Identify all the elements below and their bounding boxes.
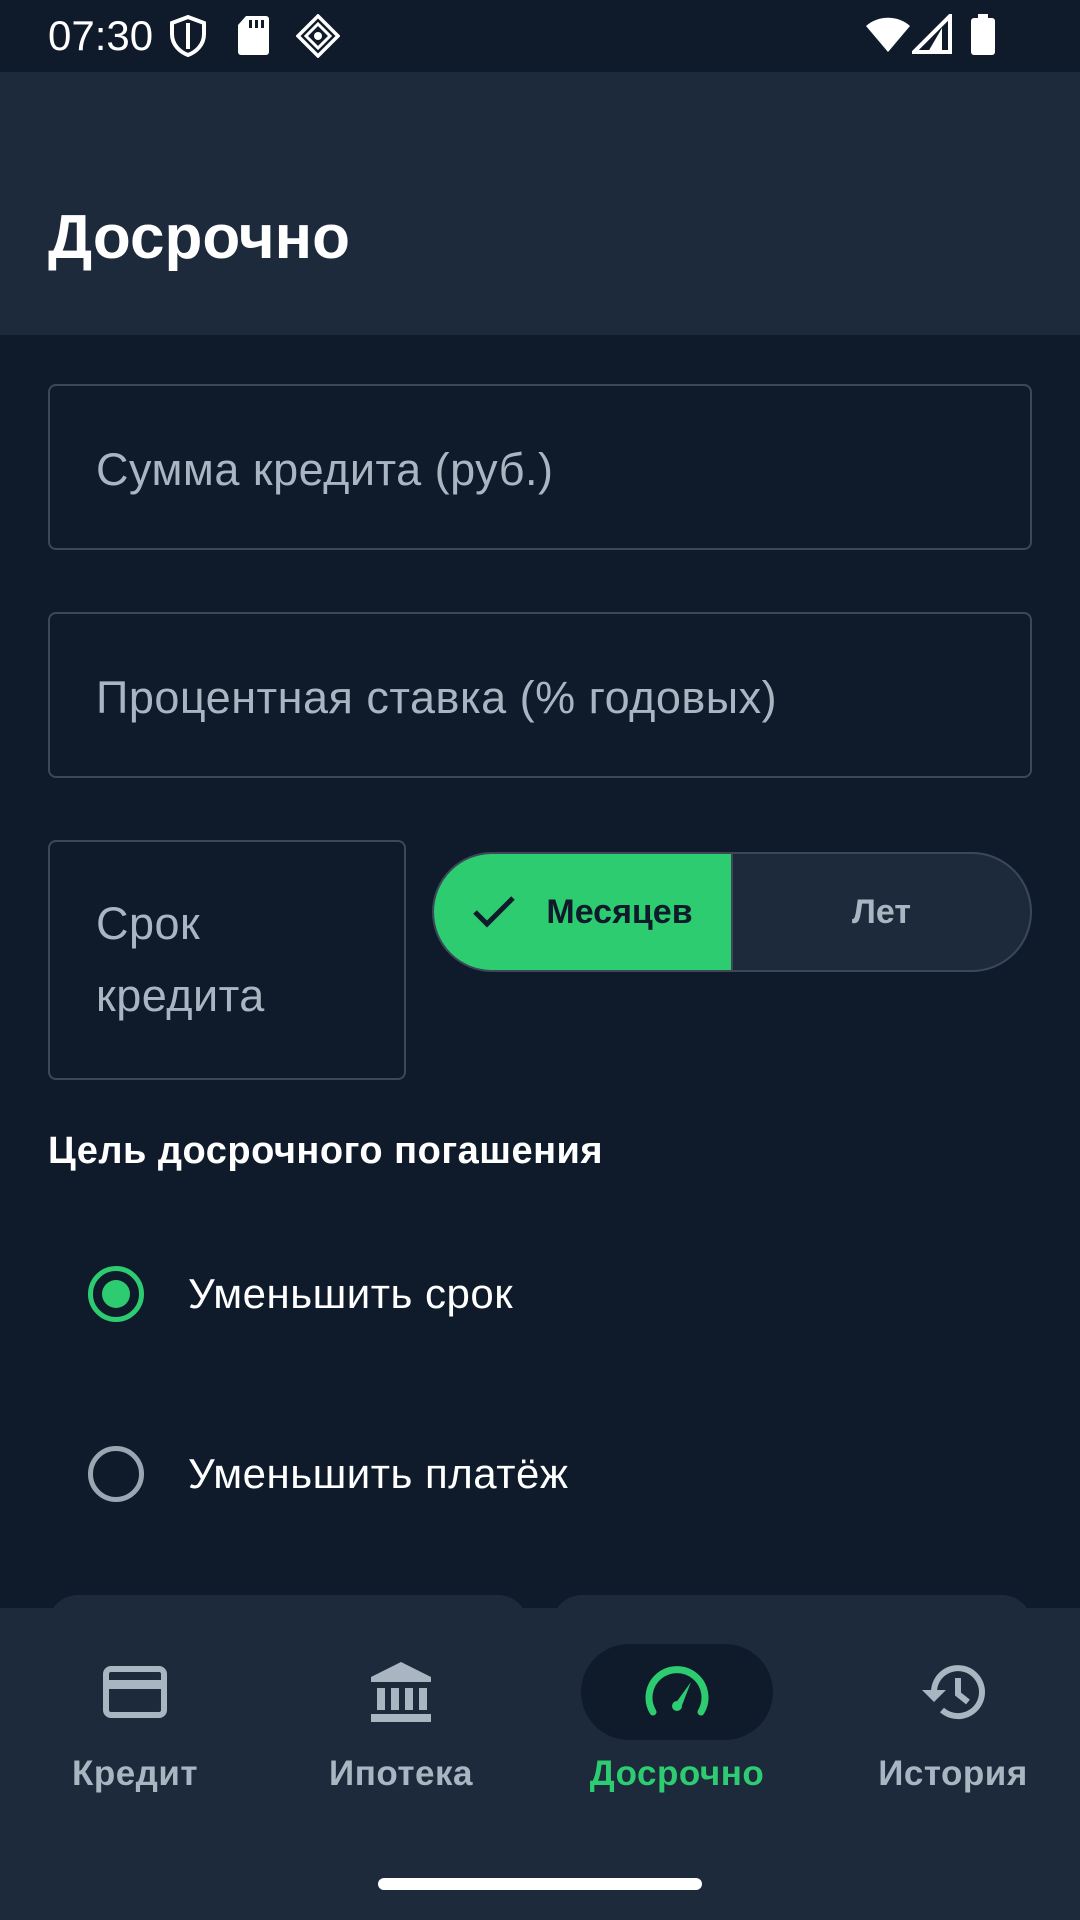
interest-rate-field[interactable]: Процентная ставка (% годовых) [48, 612, 1032, 778]
nav-item-credit[interactable]: Кредит [0, 1608, 270, 1848]
goal-option-label: Уменьшить платёж [188, 1450, 569, 1497]
radio-selected-icon[interactable] [88, 1266, 144, 1322]
app-bar: Досрочно [0, 72, 1080, 335]
goal-option-reduce-payment[interactable]: Уменьшить платёж [88, 1446, 568, 1502]
nav-item-mortgage[interactable]: Ипотека [266, 1608, 536, 1848]
radio-unselected-icon[interactable] [88, 1446, 144, 1502]
battery-icon [970, 14, 996, 61]
interest-rate-placeholder: Процентная ставка (% годовых) [96, 672, 778, 723]
signal-icon [909, 11, 952, 59]
term-unit-years-button[interactable]: Лет [733, 854, 1030, 970]
term-unit-months-label: Месяцев [546, 892, 693, 931]
nav-label-mortgage: Ипотека [329, 1754, 473, 1793]
nav-label-history: История [878, 1754, 1028, 1793]
network-pattern-icon [295, 13, 341, 63]
wifi-icon [864, 14, 912, 59]
history-icon [857, 1644, 1049, 1740]
bottom-navigation: Кредит Ипотека Досрочно История [0, 1608, 1080, 1920]
term-unit-months-button[interactable]: Месяцев [434, 854, 733, 970]
bank-icon [305, 1644, 497, 1740]
loan-amount-placeholder: Сумма кредита (руб.) [96, 444, 554, 495]
status-time: 07:30 [48, 12, 154, 59]
loan-term-placeholder-line1: Срок [96, 898, 201, 949]
loan-term-placeholder-line2: кредита [96, 970, 265, 1021]
nav-label-early-repayment: Досрочно [589, 1754, 765, 1793]
goal-option-label: Уменьшить срок [188, 1270, 514, 1317]
nav-label-credit: Кредит [71, 1754, 199, 1793]
nav-item-history[interactable]: История [818, 1608, 1080, 1848]
term-unit-toggle[interactable]: Месяцев Лет [432, 852, 1032, 972]
sd-card-icon [236, 14, 270, 61]
term-unit-years-label: Лет [852, 892, 911, 931]
goal-option-reduce-term[interactable]: Уменьшить срок [88, 1266, 513, 1322]
home-indicator[interactable] [378, 1878, 702, 1890]
loan-term-field[interactable]: Срок кредита [48, 840, 406, 1080]
page-title: Досрочно [48, 203, 350, 272]
nav-item-early-repayment[interactable]: Досрочно [542, 1608, 812, 1848]
check-icon [472, 895, 516, 929]
status-bar: 07:30 [0, 0, 1080, 72]
speedometer-icon [581, 1644, 773, 1740]
loan-amount-field[interactable]: Сумма кредита (руб.) [48, 384, 1032, 550]
credit-card-icon [39, 1644, 231, 1740]
goal-section-title: Цель досрочного погашения [48, 1130, 604, 1172]
shield-icon [168, 14, 208, 63]
